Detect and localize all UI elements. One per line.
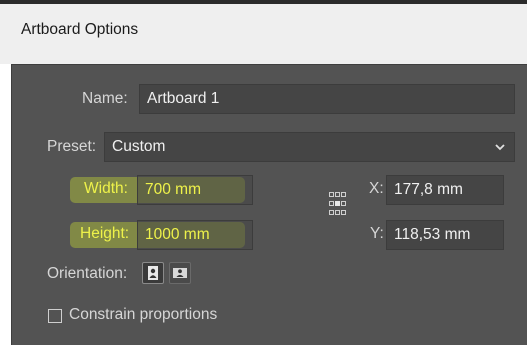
orientation-label: Orientation: (47, 265, 128, 282)
dialog-body: Name: Artboard 1 Preset: Custom Width: 7… (11, 64, 527, 345)
portrait-button[interactable] (142, 262, 164, 284)
width-input[interactable]: 700 mm (137, 175, 253, 205)
x-label: X: (369, 180, 384, 197)
dialog-titlebar: Artboard Options (0, 4, 527, 64)
reference-point-icon[interactable] (329, 192, 347, 221)
chevron-down-icon (494, 133, 506, 171)
name-label: Name: (82, 90, 128, 107)
width-label: Width: (84, 180, 128, 197)
dialog-title: Artboard Options (21, 21, 139, 38)
y-label: Y: (370, 225, 384, 242)
preset-select[interactable]: Custom (104, 132, 515, 162)
x-input[interactable]: 177,8 mm (386, 175, 504, 205)
y-input[interactable]: 118,53 mm (386, 220, 504, 250)
portrait-icon (148, 266, 158, 280)
preset-value: Custom (112, 138, 166, 155)
preset-label: Preset: (47, 138, 97, 155)
landscape-icon (173, 268, 187, 278)
name-input[interactable]: Artboard 1 (139, 84, 515, 114)
constrain-proportions-label: Constrain proportions (69, 306, 218, 323)
constrain-proportions-checkbox[interactable] (48, 309, 62, 323)
landscape-button[interactable] (169, 262, 191, 284)
height-label: Height: (80, 225, 130, 242)
height-input[interactable]: 1000 mm (137, 220, 253, 250)
